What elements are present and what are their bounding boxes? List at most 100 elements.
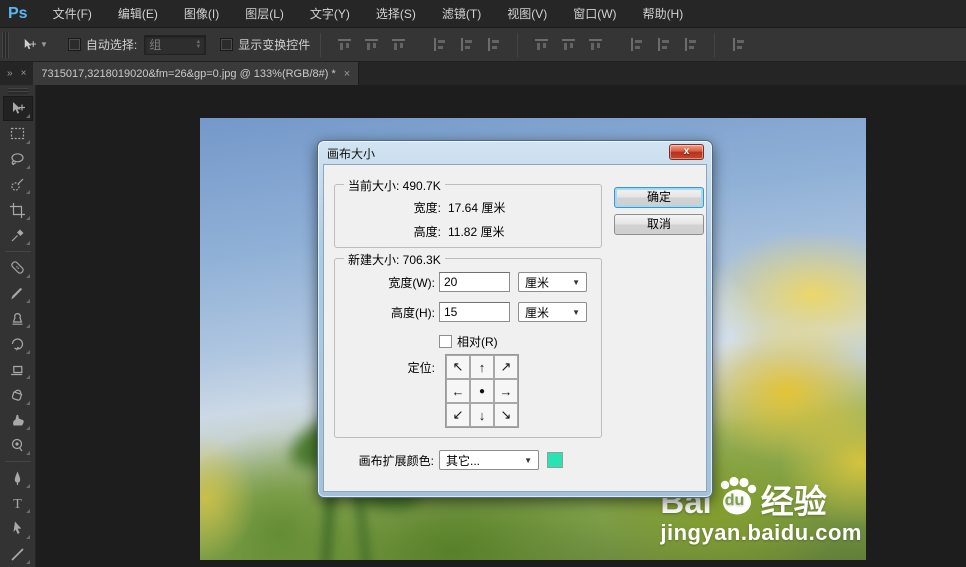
anchor-top-right[interactable]: ↗ [494, 355, 518, 379]
align-right-edges-icon[interactable] [486, 37, 502, 52]
line-tool[interactable] [3, 542, 33, 567]
smudge-tool[interactable] [3, 408, 33, 433]
menu-view[interactable]: 视图(V) [494, 0, 560, 28]
canvas-extension-dropdown[interactable]: 其它... ▼ [439, 450, 539, 470]
anchor-grid: ↖ ↑ ↗ ← ● → ↙ ↓ ↘ [445, 354, 519, 428]
dodge-icon [11, 439, 23, 452]
menu-filter[interactable]: 滤镜(T) [429, 0, 494, 28]
chevron-down-icon: ▼ [572, 277, 580, 287]
relative-checkbox[interactable] [439, 335, 452, 348]
tools-panel-grip[interactable] [7, 88, 28, 94]
dialog-close-button[interactable]: x [669, 144, 704, 160]
menu-window[interactable]: 窗口(W) [560, 0, 629, 28]
history-brush-tool[interactable] [3, 331, 33, 356]
watermark-url: jingyan.baidu.com [660, 520, 862, 545]
rectangular-marquee-tool[interactable] [3, 121, 33, 146]
auto-select-checkbox[interactable] [67, 38, 81, 51]
move-tool-icon [13, 102, 25, 114]
align-left-edges-icon[interactable] [432, 37, 448, 52]
menu-file[interactable]: 文件(F) [40, 0, 105, 28]
paint-bucket-tool[interactable] [3, 382, 33, 407]
anchor-left[interactable]: ← [446, 379, 470, 403]
align-horizontal-centers-icon[interactable] [459, 37, 475, 52]
brush-icon [11, 287, 22, 300]
brush-tool[interactable] [3, 281, 33, 306]
align-bottom-edges-icon[interactable] [391, 37, 407, 52]
menu-type[interactable]: 文字(Y) [297, 0, 363, 28]
canvas-extension-value: 其它... [446, 453, 481, 468]
chevron-down-icon: ▼ [40, 40, 48, 49]
anchor-bottom-right[interactable]: ↘ [494, 403, 518, 427]
menu-image[interactable]: 图像(I) [171, 0, 232, 28]
crop-tool[interactable] [3, 197, 33, 222]
width-unit-dropdown[interactable]: 厘米 ▼ [518, 272, 587, 292]
ok-button[interactable]: 确定 [614, 187, 704, 208]
distribute-horizontal-centers-icon[interactable] [656, 37, 672, 52]
distribute-left-edges-icon[interactable] [629, 37, 645, 52]
anchor-bottom[interactable]: ↓ [470, 403, 494, 427]
tool-preset-picker[interactable]: ▼ [15, 33, 54, 57]
auto-select-dropdown[interactable]: 组 ▲ ▼ [144, 34, 207, 55]
menu-edit[interactable]: 编辑(E) [105, 0, 171, 28]
menu-layer[interactable]: 图层(L) [232, 0, 297, 28]
separator [4, 251, 31, 253]
eraser-tool[interactable] [3, 357, 33, 382]
height-unit-dropdown[interactable]: 厘米 ▼ [518, 302, 587, 322]
dodge-tool[interactable] [3, 433, 33, 458]
document-tab[interactable]: 7315017,3218019020&fm=26&gp=0.jpg @ 133%… [33, 62, 360, 85]
crop-icon [10, 202, 25, 218]
cancel-button[interactable]: 取消 [614, 214, 704, 235]
separator [4, 461, 31, 463]
panel-collapse-icon[interactable]: » [7, 68, 13, 79]
menu-help[interactable]: 帮助(H) [630, 0, 697, 28]
eraser-icon [11, 365, 23, 376]
type-tool[interactable]: T [3, 491, 33, 516]
distribute-vertical-centers-icon[interactable] [561, 37, 577, 52]
anchor-bottom-left[interactable]: ↙ [446, 403, 470, 427]
new-height-input[interactable] [439, 302, 510, 322]
separator [517, 32, 519, 57]
current-size-group: 当前大小: 490.7K 宽度: 17.64 厘米 高度: 11.82 厘米 [334, 177, 602, 248]
show-transform-checkbox[interactable] [220, 38, 234, 51]
quick-selection-tool[interactable] [3, 172, 33, 197]
width-unit-value: 厘米 [525, 275, 550, 290]
photoshop-window: Ps 文件(F) 编辑(E) 图像(I) 图层(L) 文字(Y) 选择(S) 滤… [0, 0, 966, 567]
anchor-center[interactable]: ● [470, 379, 494, 403]
new-size-group: 新建大小: 706.3K 宽度(W): 厘米 ▼ 高度(H): 厘米 ▼ [334, 251, 602, 438]
tab-close-icon[interactable]: × [344, 68, 350, 80]
new-width-input[interactable] [439, 272, 510, 292]
height-unit-value: 厘米 [525, 305, 550, 320]
document-tab-bar: » × 7315017,3218019020&fm=26&gp=0.jpg @ … [0, 62, 966, 85]
current-width-label: 宽度: [413, 201, 441, 215]
menu-select[interactable]: 选择(S) [363, 0, 429, 28]
tools-panel: T [0, 85, 36, 567]
clone-stamp-tool[interactable] [3, 306, 33, 331]
eyedropper-tool[interactable] [3, 223, 33, 248]
align-vertical-centers-icon[interactable] [364, 37, 380, 52]
options-bar-grip[interactable] [2, 31, 9, 58]
spot-healing-brush-tool[interactable] [3, 255, 33, 280]
chevron-down-icon: ▼ [524, 455, 532, 465]
distribute-spacing-icon[interactable] [731, 37, 747, 52]
history-brush-icon [11, 338, 24, 351]
move-tool[interactable] [2, 95, 33, 122]
canvas-extension-color-swatch[interactable] [547, 452, 563, 468]
lasso-tool[interactable] [3, 147, 33, 172]
dialog-title: 画布大小 [327, 147, 376, 161]
current-height-label: 高度: [413, 225, 441, 239]
anchor-right[interactable]: → [494, 379, 518, 403]
pen-tool[interactable] [3, 465, 33, 490]
distribute-right-edges-icon[interactable] [683, 37, 699, 52]
paint-bucket-icon [11, 389, 23, 402]
eyedropper-icon [11, 229, 24, 242]
panel-close-icon[interactable]: × [21, 68, 27, 79]
anchor-top-left[interactable]: ↖ [446, 355, 470, 379]
lasso-icon [11, 153, 24, 166]
path-selection-tool[interactable] [3, 516, 33, 541]
line-icon [11, 548, 24, 561]
anchor-top[interactable]: ↑ [470, 355, 494, 379]
distribute-bottom-edges-icon[interactable] [588, 37, 604, 52]
current-height-value: 11.82 厘米 [448, 225, 505, 239]
align-top-edges-icon[interactable] [337, 37, 353, 52]
distribute-top-edges-icon[interactable] [534, 37, 550, 52]
